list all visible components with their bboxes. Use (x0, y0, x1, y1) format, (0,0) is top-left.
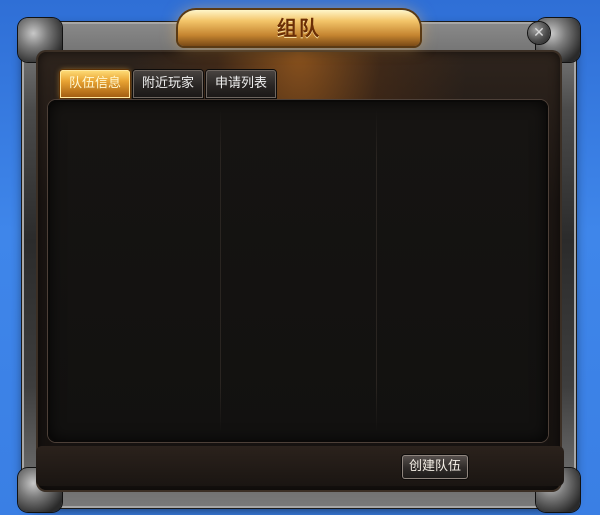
column-divider (220, 110, 221, 432)
tab-application-list[interactable]: 申请列表 (206, 70, 277, 98)
create-team-button[interactable]: 创建队伍 (402, 455, 468, 479)
tab-team-info[interactable]: 队伍信息 (60, 70, 131, 98)
tab-nearby-players[interactable]: 附近玩家 (133, 70, 204, 98)
window-title: 组队 (277, 16, 321, 40)
tab-bar: 队伍信息 附近玩家 申请列表 (60, 70, 277, 98)
column-divider (376, 110, 377, 432)
window-title-plate: 组队 (178, 10, 420, 46)
tab-label: 队伍信息 (69, 76, 122, 91)
bottom-bar (36, 446, 564, 486)
close-button[interactable]: ✕ (528, 22, 550, 44)
close-icon: ✕ (533, 25, 545, 41)
tab-label: 申请列表 (215, 76, 268, 91)
team-content-panel (48, 100, 548, 442)
create-team-label: 创建队伍 (408, 459, 461, 474)
tab-label: 附近玩家 (142, 76, 195, 91)
